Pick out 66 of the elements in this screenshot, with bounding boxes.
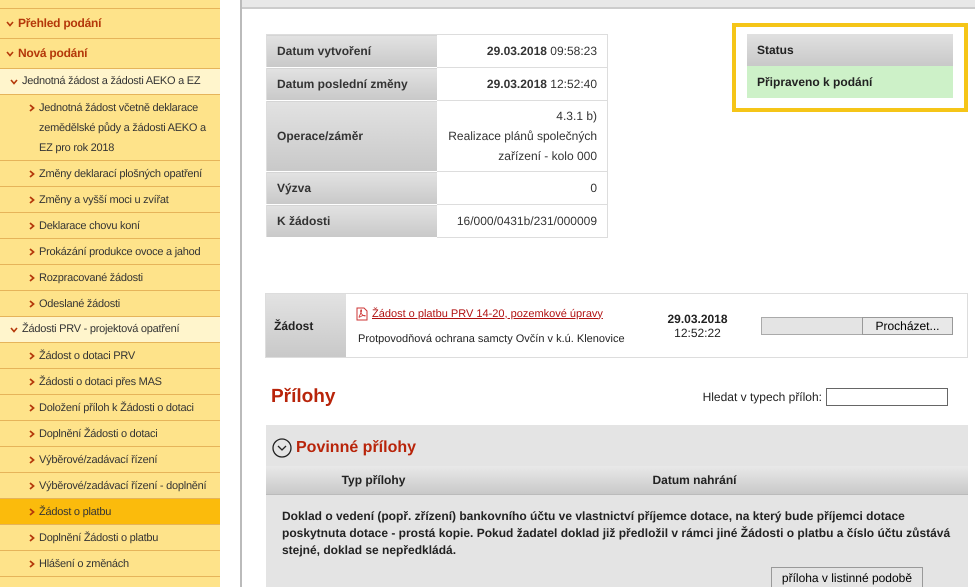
sidebar-item[interactable]: Hlášení o změnách xyxy=(0,551,220,577)
detail-label: K žádosti xyxy=(266,204,437,238)
sidebar-item[interactable]: Doplnění Žádosti o platbu xyxy=(0,525,220,551)
sidebar-item[interactable]: Výběrové/zadávací řízení xyxy=(0,447,220,473)
chevron-right-icon xyxy=(29,104,35,112)
chevron-right-icon xyxy=(29,508,35,516)
attachment-description: Doklad o vedení (popř. zřízení) bankovního účtu ve vlastnictví příjemce dotace, na který bude příjemci dotace poskytnuta dotace - prostá kopie. Pokud žadatel doklad již předložil v rámci jiné Žádosti o platbu a číslo účtu zůstává stejné, doklad se nepředkládá. xyxy=(282,508,952,559)
chevron-right-icon xyxy=(29,222,35,230)
detail-value: 0 xyxy=(437,172,608,204)
sidebar-item[interactable]: Žádost o dotaci PRV xyxy=(0,343,220,369)
detail-value: 4.3.1 b) Realizace plánů společných zařízení - kolo 000 xyxy=(437,100,608,172)
chevron-right-icon xyxy=(29,352,35,360)
sidebar-item[interactable]: Žádosti PRV - projektová opatření xyxy=(0,317,220,343)
application-label: Žádost xyxy=(266,294,346,357)
browse-button[interactable]: Procházet... xyxy=(862,316,953,334)
chevron-right-icon xyxy=(29,274,35,282)
column-header: Typ přílohy xyxy=(340,473,406,487)
chevron-down-icon xyxy=(6,51,14,57)
detail-value: 16/000/0431b/231/000009 xyxy=(437,204,608,238)
sidebar-item[interactable]: Jednotná žádost a žádosti AEKO a EZ xyxy=(0,69,220,95)
chevron-right-icon xyxy=(29,300,35,308)
detail-label: Výzva xyxy=(266,172,437,204)
attachments-heading: Přílohy xyxy=(271,386,336,408)
collapse-icon[interactable] xyxy=(272,438,292,458)
chevron-down-icon xyxy=(6,21,14,27)
sidebar-item[interactable]: Doplnění Žádosti o dotaci xyxy=(0,421,220,447)
application-time: 12:52:22 xyxy=(674,326,721,340)
application-date: 29.03.2018 xyxy=(667,312,728,326)
file-field[interactable] xyxy=(761,316,862,334)
chevron-right-icon xyxy=(29,404,35,412)
chevron-right-icon xyxy=(29,248,35,256)
detail-label: Datum vytvoření xyxy=(266,34,437,68)
detail-label: Datum poslední změny xyxy=(266,68,437,100)
search-label: Hledat v typech příloh: xyxy=(702,390,822,404)
search-field[interactable] xyxy=(826,388,948,406)
sidebar-item[interactable]: Doložení příloh k Žádosti o dotaci xyxy=(0,395,220,421)
detail-label: Operace/záměr xyxy=(266,100,437,172)
status-header: Status xyxy=(747,34,953,66)
detail-value: 29.03.2018 09:58:23 xyxy=(437,34,608,68)
detail-value: 29.03.2018 12:52:40 xyxy=(437,68,608,100)
sidebar-item[interactable]: Žádosti o dotaci přes MAS xyxy=(0,369,220,395)
chevron-right-icon xyxy=(29,534,35,542)
chevron-right-icon xyxy=(29,560,35,568)
sidebar-item[interactable]: Žádost o platbu xyxy=(0,499,220,525)
application-description: Protpovodňová ochrana samcty Ovčín v k.ú. Klenovice xyxy=(358,332,626,344)
sidebar-item[interactable]: Změny deklarací plošných opatření xyxy=(0,161,220,187)
chevron-right-icon xyxy=(29,456,35,464)
chevron-down-icon xyxy=(10,327,18,333)
sidebar-item[interactable]: Přehled podání xyxy=(0,9,220,39)
sidebar-item[interactable]: Prokázání produkce ovoce a jahod xyxy=(0,239,220,265)
chevron-right-icon xyxy=(29,430,35,438)
sidebar-item[interactable]: Jednotná žádost včetně deklarace zemědělské půdy a žádosti AEKO a EZ pro rok 2018 xyxy=(0,95,220,161)
pdf-icon xyxy=(356,306,368,320)
chevron-down-icon xyxy=(10,79,18,85)
application-link[interactable]: Žádost o platbu PRV 14-20, pozemkové úpravy xyxy=(372,308,603,320)
paper-attachment-button[interactable]: příloha v listinné podobě xyxy=(770,567,923,587)
sidebar-item[interactable]: Změny a vyšší moci u zvířat xyxy=(0,187,220,213)
sidebar-item[interactable]: Rozpracované žádosti xyxy=(0,265,220,291)
chevron-right-icon xyxy=(29,196,35,204)
chevron-right-icon xyxy=(29,170,35,178)
chevron-right-icon xyxy=(29,378,35,386)
section-title: Povinné přílohy xyxy=(296,439,416,457)
chevron-right-icon xyxy=(29,482,35,490)
status-value: Připraveno k podání xyxy=(747,66,953,98)
column-header: Datum nahrání xyxy=(651,473,738,487)
sidebar-item[interactable]: Deklarace chovu koní xyxy=(0,213,220,239)
